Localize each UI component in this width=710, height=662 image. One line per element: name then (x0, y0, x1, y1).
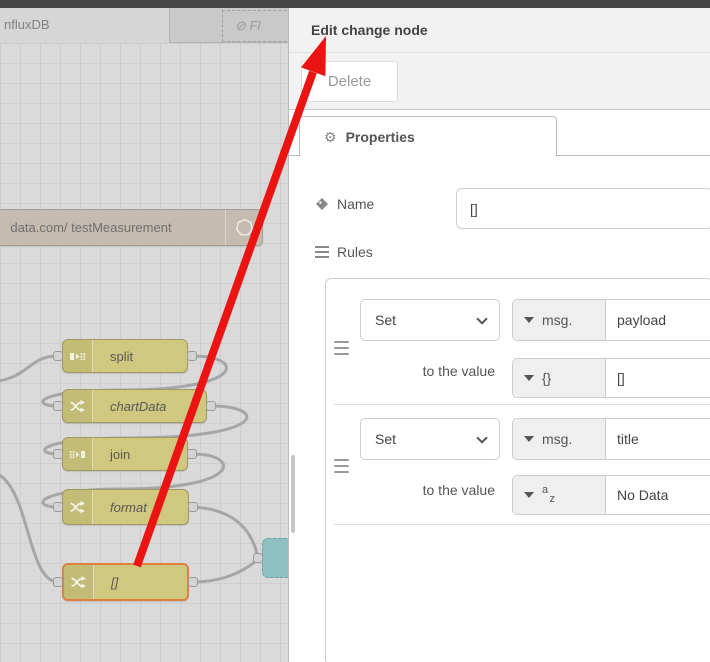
rules-label: Rules (337, 244, 373, 260)
name-input[interactable] (456, 188, 710, 229)
chartdata-output-port (206, 401, 216, 411)
node-chart-teal[interactable] (262, 538, 288, 578)
rule-1-operation-select[interactable]: Set (360, 299, 500, 341)
rule-1-to-value-label: to the value (422, 363, 495, 379)
rules-row-label: Rules (315, 244, 373, 260)
caret-down-icon (524, 375, 534, 381)
rule-1-value[interactable]: [] (606, 359, 625, 397)
rule-1-operation: Set (375, 312, 397, 328)
tray-toolbar: Delete (289, 53, 710, 110)
array-output-port (188, 577, 198, 587)
caret-down-icon (524, 492, 534, 498)
tab-disabled-flow[interactable]: ⊘ Fl (222, 10, 288, 42)
join-input-port (53, 449, 63, 459)
rule-1-drag-handle[interactable] (334, 341, 349, 355)
rule-2-property-value[interactable]: title (606, 419, 639, 459)
list-icon (315, 246, 329, 258)
rule-2-value-field[interactable]: az No Data (512, 475, 710, 515)
node-split-label: split (110, 348, 134, 364)
node-empty-array-label: [] (111, 574, 119, 590)
split-input-port (53, 351, 63, 361)
rule-2-value[interactable]: No Data (606, 476, 668, 514)
change-icon (63, 390, 93, 422)
node-chartdata-label: chartData (110, 398, 167, 414)
wire-format-teal (191, 505, 260, 560)
rule-1-value-field[interactable]: {} [] (512, 358, 710, 398)
wire-into-array (0, 473, 60, 584)
top-chrome-bar (0, 0, 710, 8)
join-icon (63, 438, 93, 470)
rule-2-property-type-button[interactable]: msg. (513, 419, 606, 459)
rule-2-drag-handle[interactable] (334, 459, 349, 473)
tab-influxdb[interactable]: nfluxDB (0, 8, 170, 43)
change-icon (64, 565, 94, 599)
node-red-editor: nfluxDB ⊘ Fl data.com/ testMeasurement s… (0, 0, 710, 662)
edit-tray: Edit change node Delete ⚙ Properties Nam… (288, 8, 710, 662)
rule-2-to-value-label: to the value (422, 482, 495, 498)
rule-1-property-value[interactable]: payload (606, 300, 666, 340)
format-output-port (188, 502, 198, 512)
wire-array-teal (191, 557, 260, 584)
wire-into-split (0, 354, 60, 383)
rule-1-property-type: msg. (542, 312, 573, 328)
workspace-tab-bar: nfluxDB ⊘ Fl (0, 8, 288, 43)
name-row-label: Name (315, 196, 374, 212)
format-input-port (53, 502, 63, 512)
rule-1-property-field[interactable]: msg. payload (512, 299, 710, 341)
rule-divider (334, 524, 710, 525)
tab-disabled-flow-label: ⊘ Fl (235, 18, 261, 33)
node-chartdata[interactable]: chartData (62, 389, 207, 423)
tab-properties[interactable]: ⚙ Properties (299, 116, 557, 156)
rule-2-property-type: msg. (542, 431, 573, 447)
join-output-port (187, 449, 197, 459)
flow-canvas[interactable]: data.com/ testMeasurement split chartDat… (0, 43, 288, 662)
tray-body: ⚙ Properties Name Rules Set (289, 110, 710, 662)
chevron-down-icon (476, 313, 488, 325)
delete-button[interactable]: Delete (301, 61, 398, 102)
name-label: Name (337, 196, 375, 212)
change-icon (63, 490, 93, 524)
node-empty-array[interactable]: [] (62, 563, 189, 601)
rules-list: Set msg. payload to the value {} [] Set … (325, 278, 710, 662)
rule-1-value-type-button[interactable]: {} (513, 359, 606, 397)
split-output-port (187, 351, 197, 361)
chartdata-input-port (53, 401, 63, 411)
tab-properties-label: Properties (345, 128, 415, 145)
node-influxdb-label: data.com/ testMeasurement (10, 220, 172, 235)
node-format[interactable]: format (62, 489, 189, 525)
gear-icon: ⚙ (324, 128, 337, 145)
tray-header: Edit change node (289, 8, 710, 53)
flow-workspace[interactable]: nfluxDB ⊘ Fl data.com/ testMeasurement s… (0, 8, 288, 662)
caret-down-icon (524, 317, 534, 323)
tray-title: Edit change node (311, 22, 428, 38)
influxdb-logo-icon (225, 210, 262, 245)
node-format-label: format (110, 499, 147, 515)
rule-2-operation: Set (375, 431, 397, 447)
split-icon (63, 340, 93, 372)
node-join[interactable]: join (62, 437, 188, 471)
node-join-label: join (110, 446, 131, 462)
node-split[interactable]: split (62, 339, 188, 373)
tag-icon (316, 198, 328, 210)
node-influxdb-out[interactable]: data.com/ testMeasurement (0, 209, 263, 246)
teal-input-port (253, 553, 263, 563)
chevron-down-icon (476, 432, 488, 444)
json-type-icon: {} (542, 370, 552, 386)
tray-scrollbar[interactable] (291, 455, 295, 533)
rule-2-value-type-button[interactable]: az (513, 476, 606, 514)
caret-down-icon (524, 436, 534, 442)
rule-divider (334, 404, 710, 405)
tab-influxdb-label: nfluxDB (4, 17, 50, 32)
string-type-icon: az (542, 484, 555, 505)
array-input-port (53, 577, 63, 587)
rule-1-property-type-button[interactable]: msg. (513, 300, 606, 340)
rule-2-operation-select[interactable]: Set (360, 418, 500, 460)
rule-2-property-field[interactable]: msg. title (512, 418, 710, 460)
